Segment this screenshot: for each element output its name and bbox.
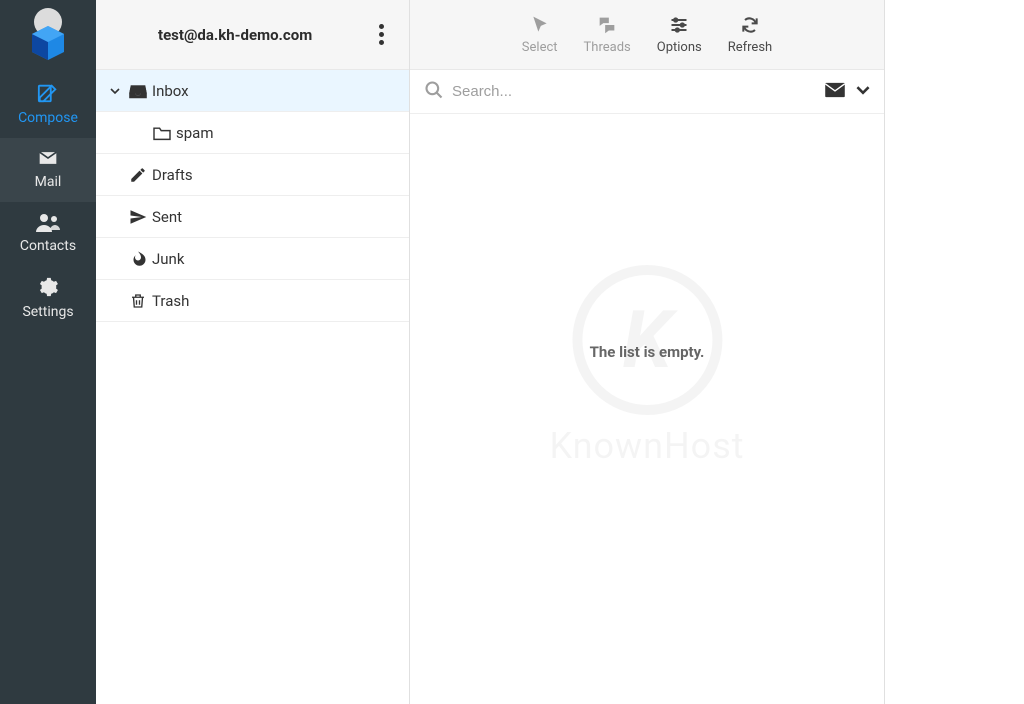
nav-mail[interactable]: Mail [0, 138, 96, 202]
toolbar-threads[interactable]: Threads [576, 14, 639, 55]
folder-label: Inbox [152, 82, 189, 100]
toolbar-label: Options [657, 40, 702, 55]
folder-label: Sent [152, 208, 182, 226]
account-header: test@da.kh-demo.com [96, 0, 409, 70]
folder-pane: test@da.kh-demo.com Inbox spam [96, 0, 410, 704]
nav-settings[interactable]: Settings [0, 266, 96, 332]
toolbar-options[interactable]: Options [649, 14, 710, 55]
inbox-icon [124, 83, 152, 99]
account-email: test@da.kh-demo.com [108, 26, 369, 44]
folder-label: spam [176, 124, 213, 142]
app-logo [18, 6, 78, 66]
folder-list: Inbox spam Drafts Sent [96, 70, 409, 322]
folder-sent[interactable]: Sent [96, 196, 409, 238]
toolbar-label: Threads [584, 40, 631, 55]
account-menu-button[interactable] [369, 21, 393, 48]
chevron-down-icon[interactable] [856, 82, 870, 101]
search-icon[interactable] [424, 80, 444, 104]
pencil-icon [124, 166, 152, 184]
toolbar-select[interactable]: Select [514, 14, 566, 55]
folder-icon [148, 125, 176, 141]
folder-label: Drafts [152, 166, 193, 184]
folder-label: Trash [152, 292, 189, 310]
toolbar-label: Select [522, 40, 558, 55]
folder-spam[interactable]: spam [96, 112, 409, 154]
nav-compose[interactable]: Compose [0, 72, 96, 138]
envelope-icon[interactable] [824, 82, 846, 102]
message-toolbar: Select Threads Options Refresh [410, 0, 884, 70]
nav-contacts-label: Contacts [20, 238, 76, 254]
fire-icon [124, 250, 152, 268]
folder-junk[interactable]: Junk [96, 238, 409, 280]
paper-plane-icon [124, 208, 152, 226]
search-input[interactable] [452, 83, 824, 100]
nav-settings-label: Settings [22, 304, 73, 320]
folder-drafts[interactable]: Drafts [96, 154, 409, 196]
chevron-down-icon[interactable] [110, 82, 124, 100]
nav-rail: Compose Mail Contacts Settings [0, 0, 96, 704]
toolbar-refresh[interactable]: Refresh [720, 14, 780, 55]
folder-trash[interactable]: Trash [96, 280, 409, 322]
preview-pane [885, 0, 1024, 704]
nav-contacts[interactable]: Contacts [0, 202, 96, 266]
trash-icon [124, 292, 152, 310]
toolbar-label: Refresh [728, 40, 772, 55]
nav-compose-label: Compose [18, 110, 78, 126]
nav-mail-label: Mail [35, 174, 62, 190]
message-pane: Select Threads Options Refresh [410, 0, 885, 704]
empty-text: The list is empty. [590, 343, 705, 361]
folder-label: Junk [152, 250, 184, 268]
watermark: K KnownHost [549, 265, 744, 467]
search-bar [410, 70, 884, 114]
folder-inbox[interactable]: Inbox [96, 70, 409, 112]
